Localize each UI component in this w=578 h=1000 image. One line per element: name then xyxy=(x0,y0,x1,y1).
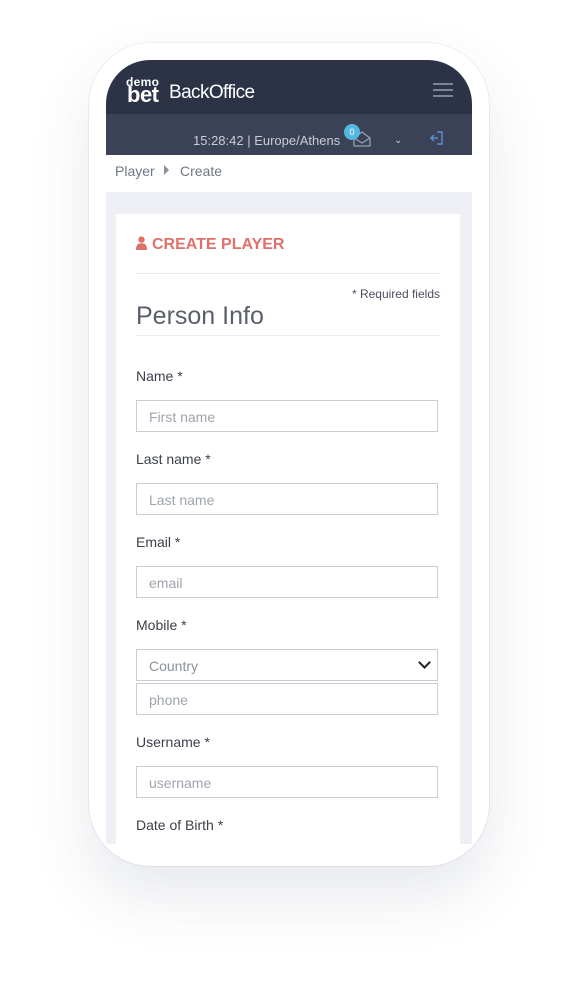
logo-backoffice: BackOffice xyxy=(169,82,255,103)
divider xyxy=(136,273,440,274)
logo-bet: bet xyxy=(127,82,159,107)
chevron-down-icon xyxy=(418,656,431,669)
breadcrumb-player[interactable]: Player xyxy=(115,163,155,179)
country-select[interactable]: Country xyxy=(136,649,438,681)
mobile-label: Mobile * xyxy=(136,617,187,633)
section-title: Person Info xyxy=(136,302,264,330)
first-name-input[interactable]: First name xyxy=(136,400,438,432)
chevron-down-icon[interactable]: ⌄ xyxy=(394,135,402,146)
status-bar: 15:28:42 | Europe/Athens 0 ⌄ xyxy=(106,114,472,155)
country-select-value: Country xyxy=(149,658,199,674)
phone-input[interactable]: phone xyxy=(136,683,438,715)
username-input[interactable]: username xyxy=(136,766,438,798)
card-title-text: CREATE PLAYER xyxy=(152,236,285,253)
name-label: Name * xyxy=(136,368,183,384)
last-name-input[interactable]: Last name xyxy=(136,483,438,515)
breadcrumb-create: Create xyxy=(180,163,223,179)
last-name-label: Last name * xyxy=(136,451,211,467)
username-label: Username * xyxy=(136,734,210,750)
email-label: Email * xyxy=(136,534,181,550)
divider xyxy=(136,335,440,336)
clock-timezone: 15:28:42 | Europe/Athens xyxy=(193,133,341,148)
menu-icon[interactable] xyxy=(433,83,453,99)
top-bar: demo bet BackOffice xyxy=(106,60,472,114)
card-title: CREATE PLAYER xyxy=(136,236,284,254)
create-player-card: CREATE PLAYER * Required fields Person I… xyxy=(116,214,460,844)
app-screen: demo bet BackOffice 15:28:42 | Europe/At… xyxy=(106,60,472,844)
mail-count-badge: 0 xyxy=(344,124,360,140)
breadcrumb: Player Create xyxy=(106,155,472,192)
email-input[interactable]: email xyxy=(136,566,438,598)
required-fields-note: * Required fields xyxy=(351,287,440,301)
logout-icon[interactable] xyxy=(428,130,444,146)
dob-label: Date of Birth * xyxy=(136,817,224,833)
caret-right-icon xyxy=(164,165,169,175)
user-icon xyxy=(136,236,147,250)
